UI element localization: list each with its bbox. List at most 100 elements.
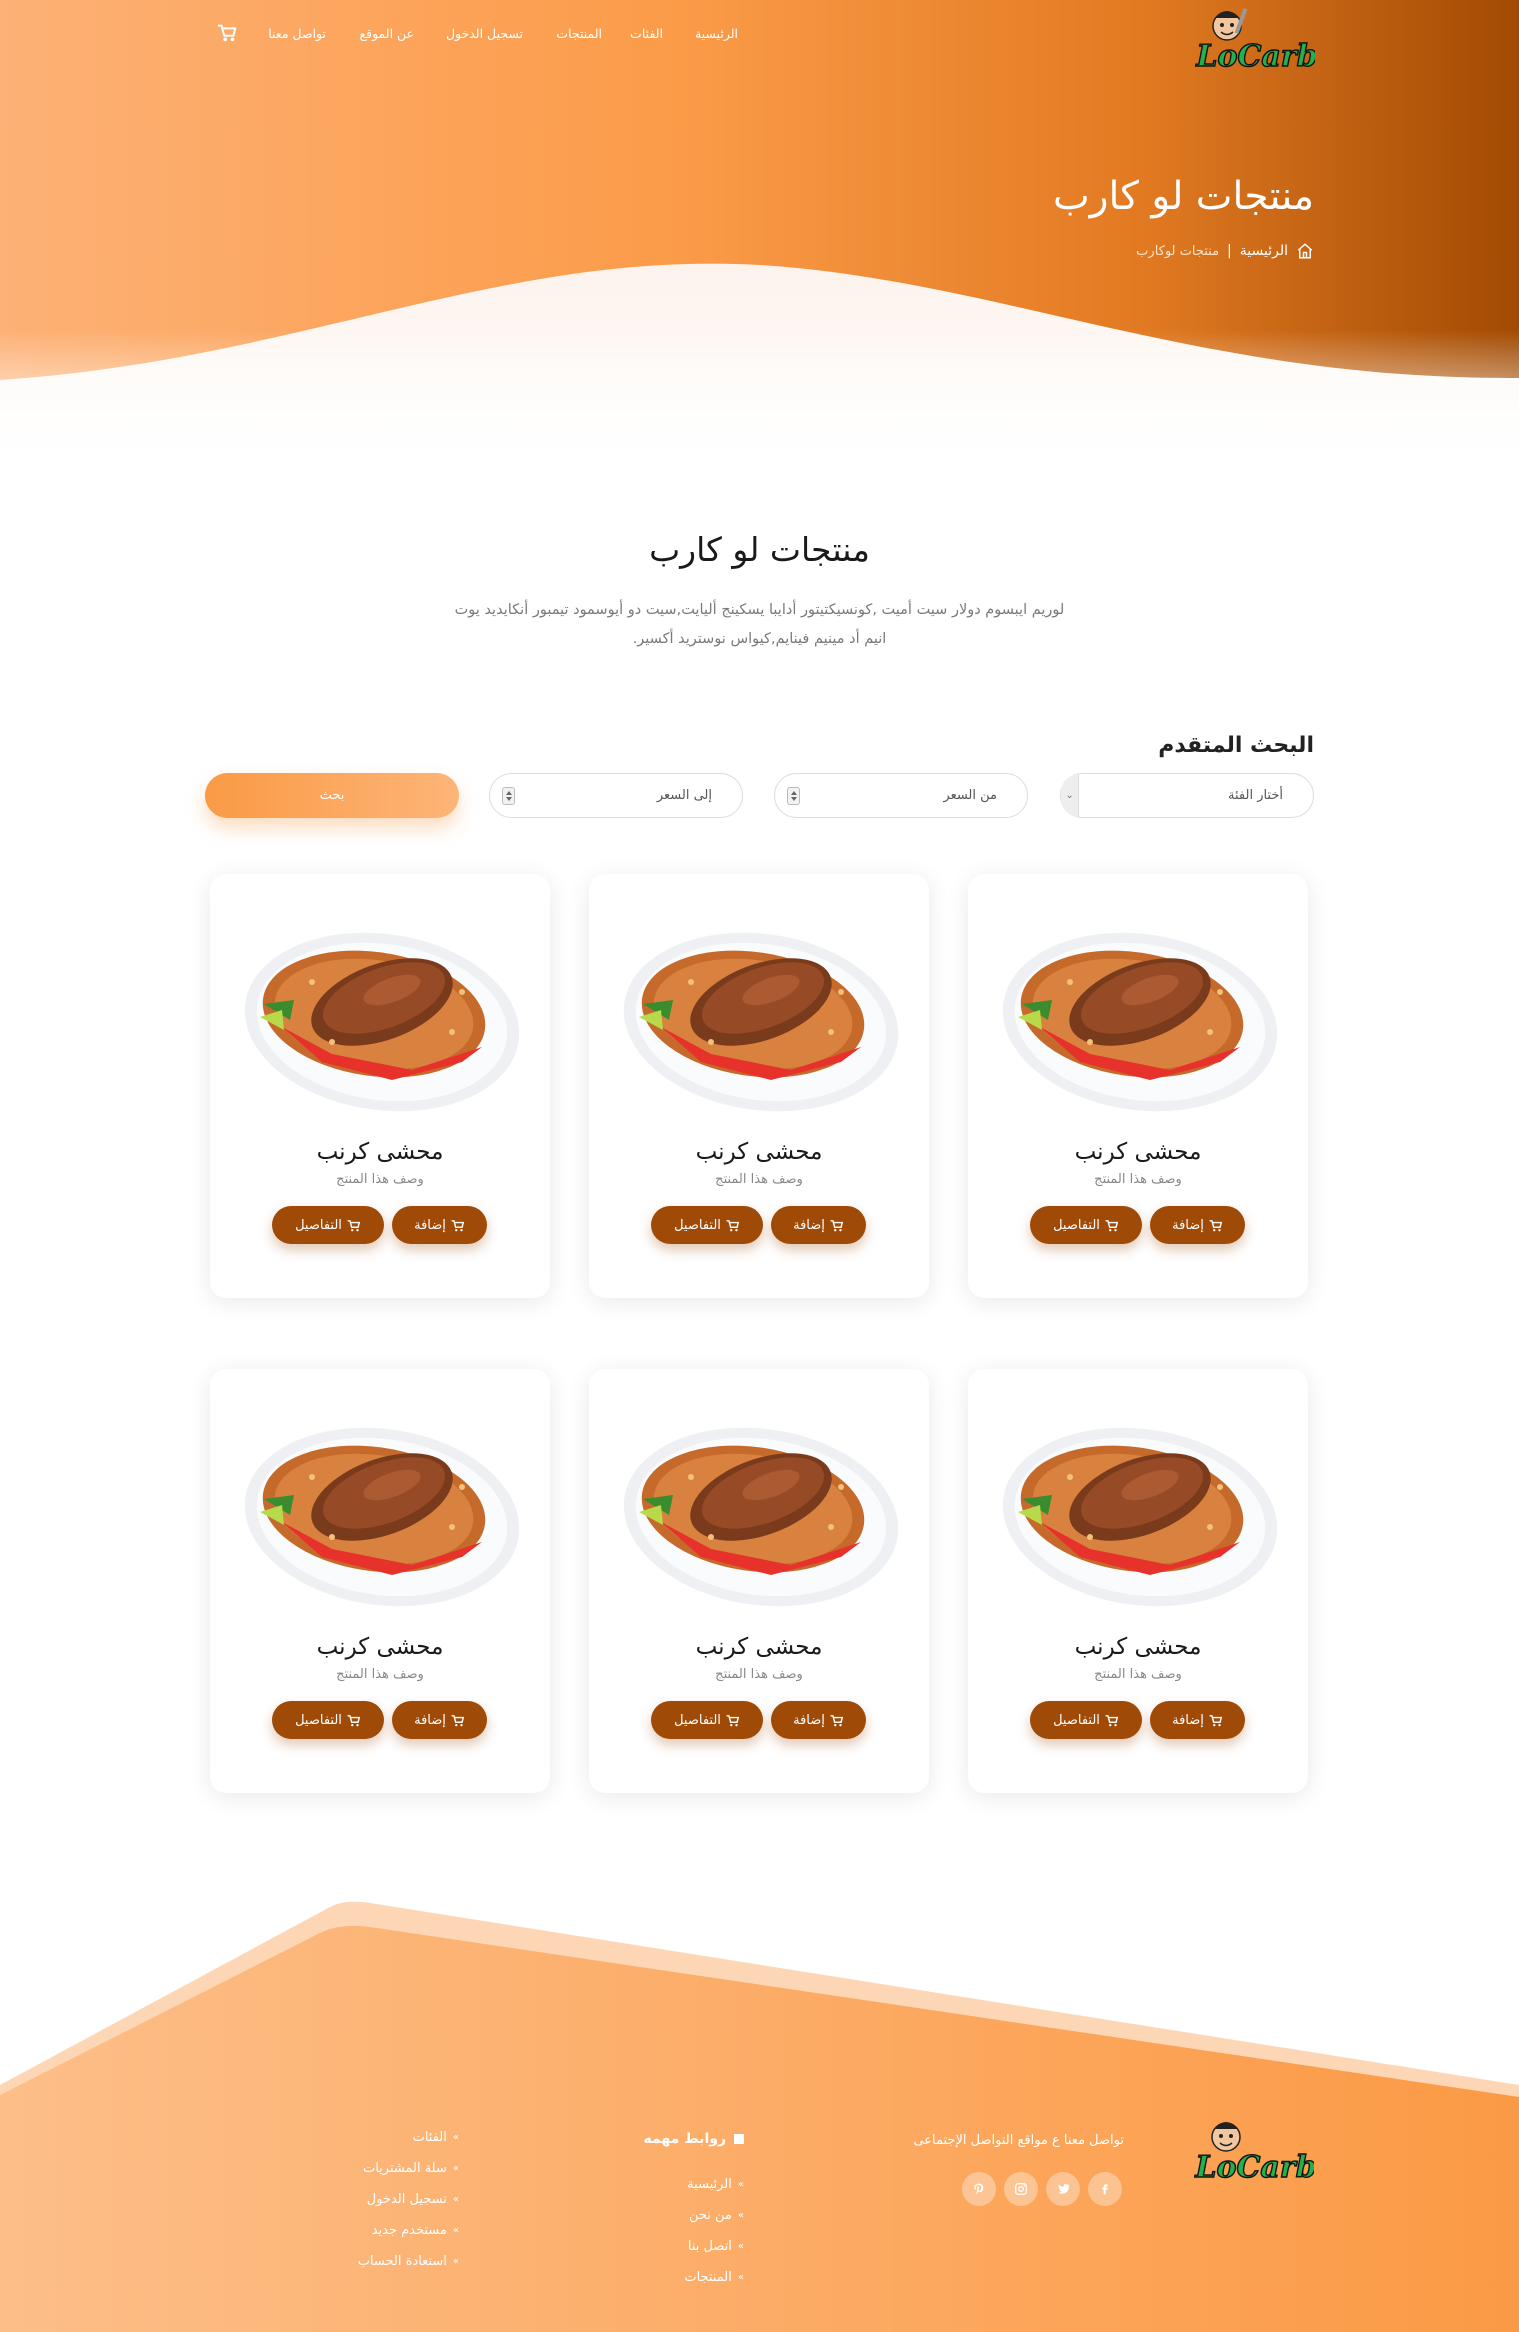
footer-col1-link[interactable]: » الرئيسية	[687, 2177, 744, 2192]
product-card: محشى كرنب وصف هذا المنتج إضافة التفاصيل	[210, 1369, 550, 1793]
price-from-stepper[interactable]	[787, 787, 800, 805]
nav-home[interactable]: الرئيسية	[695, 26, 738, 41]
product-image[interactable]	[621, 1417, 901, 1607]
footer: LoCarb تواصل معنا ع مواقع التواصل الإجتم…	[0, 1885, 1519, 2332]
price-to-stepper[interactable]	[502, 787, 515, 805]
nav-contact[interactable]: تواصل معنا	[268, 26, 326, 41]
product-image[interactable]	[242, 1417, 522, 1607]
footer-logo[interactable]: LoCarb	[1194, 2115, 1317, 2195]
product-image[interactable]	[1000, 1417, 1280, 1607]
breadcrumb-current: منتجات لوكارب	[1136, 243, 1220, 259]
logo-text: LoCarb	[1195, 39, 1315, 74]
product-image[interactable]	[242, 922, 522, 1112]
product-description: وصف هذا المنتج	[715, 1667, 803, 1682]
product-description: وصف هذا المنتج	[715, 1172, 803, 1187]
breadcrumb: الرئيسية | منتجات لوكارب	[1136, 242, 1314, 260]
nav-login[interactable]: تسجيل الدخول	[446, 26, 523, 41]
cart-icon	[1209, 1219, 1223, 1231]
product-card: محشى كرنب وصف هذا المنتج إضافة التفاصيل	[968, 874, 1308, 1298]
add-to-cart-button[interactable]: إضافة	[771, 1206, 866, 1244]
footer-links-heading-label: روابط مهمه	[643, 2131, 726, 2147]
details-label: التفاصيل	[295, 1712, 342, 1728]
product-description: وصف هذا المنتج	[336, 1667, 424, 1682]
footer-col1-link-label: المنتجات	[684, 2270, 732, 2285]
cart-icon	[830, 1714, 844, 1726]
details-label: التفاصيل	[1053, 1217, 1100, 1233]
details-button[interactable]: التفاصيل	[272, 1701, 384, 1739]
details-button[interactable]: التفاصيل	[1030, 1206, 1142, 1244]
footer-col2-link[interactable]: » الفئات	[413, 2130, 459, 2145]
home-icon	[1297, 243, 1313, 259]
cart-icon	[830, 1219, 844, 1231]
facebook-icon[interactable]	[1088, 2172, 1122, 2206]
nav-about[interactable]: عن الموقع	[359, 26, 414, 41]
pinterest-icon[interactable]	[962, 2172, 996, 2206]
details-label: التفاصيل	[674, 1217, 721, 1233]
product-image[interactable]	[1000, 922, 1280, 1112]
price-to-input[interactable]: إلى السعر	[489, 773, 743, 818]
nav-products[interactable]: المنتجات	[556, 26, 602, 41]
twitter-icon[interactable]	[1046, 2172, 1080, 2206]
details-label: التفاصيل	[295, 1217, 342, 1233]
add-to-cart-button[interactable]: إضافة	[392, 1206, 487, 1244]
brand-logo[interactable]: LoCarb	[1195, 4, 1318, 84]
chevron-icon: »	[452, 2194, 459, 2205]
footer-col2-link-label: تسجيل الدخول	[366, 2192, 447, 2207]
footer-col1-link-label: الرئيسية	[687, 2177, 732, 2192]
hero-header: LoCarb الرئيسية الفئات المنتجات تسجيل ال…	[0, 0, 1519, 460]
footer-col2-link[interactable]: » سلة المشتريات	[363, 2161, 459, 2176]
price-from-input[interactable]: من السعر	[774, 773, 1028, 818]
footer-col2-link[interactable]: » استعادة الحساب	[358, 2254, 459, 2269]
footer-col2-link-label: الفئات	[412, 2130, 447, 2145]
footer-links-heading: روابط مهمه	[644, 2131, 744, 2147]
footer-col2-link[interactable]: » تسجيل الدخول	[367, 2192, 459, 2207]
product-name: محشى كرنب	[316, 1139, 444, 1165]
add-to-cart-button[interactable]: إضافة	[1150, 1701, 1245, 1739]
breadcrumb-separator: |	[1227, 243, 1232, 259]
product-name: محشى كرنب	[695, 1139, 823, 1165]
add-to-cart-button[interactable]: إضافة	[1150, 1206, 1245, 1244]
product-card: محشى كرنب وصف هذا المنتج إضافة التفاصيل	[589, 874, 929, 1298]
product-card: محشى كرنب وصف هذا المنتج إضافة التفاصيل	[968, 1369, 1308, 1793]
breadcrumb-home[interactable]: الرئيسية	[1240, 243, 1288, 259]
cart-icon	[726, 1714, 740, 1726]
nav-categories[interactable]: الفئات	[630, 26, 663, 41]
footer-col1-link[interactable]: » المنتجات	[684, 2270, 744, 2285]
product-image[interactable]	[621, 922, 901, 1112]
footer-col1-link-label: من نحن	[688, 2208, 732, 2223]
chevron-icon: »	[452, 2225, 459, 2236]
details-button[interactable]: التفاصيل	[272, 1206, 384, 1244]
footer-col1-link[interactable]: » من نحن	[689, 2208, 744, 2223]
search-button[interactable]: بحث	[205, 773, 459, 818]
product-card: محشى كرنب وصف هذا المنتج إضافة التفاصيل	[589, 1369, 929, 1793]
chevron-down-icon[interactable]: ⌄	[1061, 774, 1079, 817]
hero-title: منتجات لو كارب	[1052, 174, 1314, 219]
add-to-cart-button[interactable]: إضافة	[392, 1701, 487, 1739]
add-to-cart-label: إضافة	[414, 1217, 446, 1233]
footer-col2-link[interactable]: » مستخدم جديد	[372, 2223, 459, 2238]
section-description: لوريم ايبسوم دولار سيت أميت ,كونسيكتيتور…	[454, 602, 1065, 647]
cart-icon	[347, 1714, 361, 1726]
footer-col1-link[interactable]: » اتصل بنا	[688, 2239, 744, 2254]
product-name: محشى كرنب	[695, 1634, 823, 1660]
instagram-icon[interactable]	[1004, 2172, 1038, 2206]
add-to-cart-button[interactable]: إضافة	[771, 1701, 866, 1739]
cart-icon	[347, 1219, 361, 1231]
cart-icon	[1105, 1714, 1119, 1726]
chevron-icon: »	[737, 2241, 744, 2252]
chevron-icon: »	[452, 2132, 459, 2143]
cart-icon[interactable]	[216, 22, 238, 44]
footer-col2-link-label: مستخدم جديد	[371, 2223, 447, 2238]
chevron-icon: »	[737, 2179, 744, 2190]
cart-icon	[451, 1219, 465, 1231]
details-button[interactable]: التفاصيل	[1030, 1701, 1142, 1739]
details-label: التفاصيل	[1053, 1712, 1100, 1728]
add-to-cart-label: إضافة	[793, 1712, 825, 1728]
category-select-label: أختار الفئة	[1228, 788, 1283, 803]
price-to-placeholder: إلى السعر	[656, 788, 712, 803]
cart-icon	[1105, 1219, 1119, 1231]
category-select[interactable]: أختار الفئة ⌄	[1060, 773, 1314, 818]
details-button[interactable]: التفاصيل	[651, 1701, 763, 1739]
details-button[interactable]: التفاصيل	[651, 1206, 763, 1244]
product-description: وصف هذا المنتج	[1094, 1667, 1182, 1682]
